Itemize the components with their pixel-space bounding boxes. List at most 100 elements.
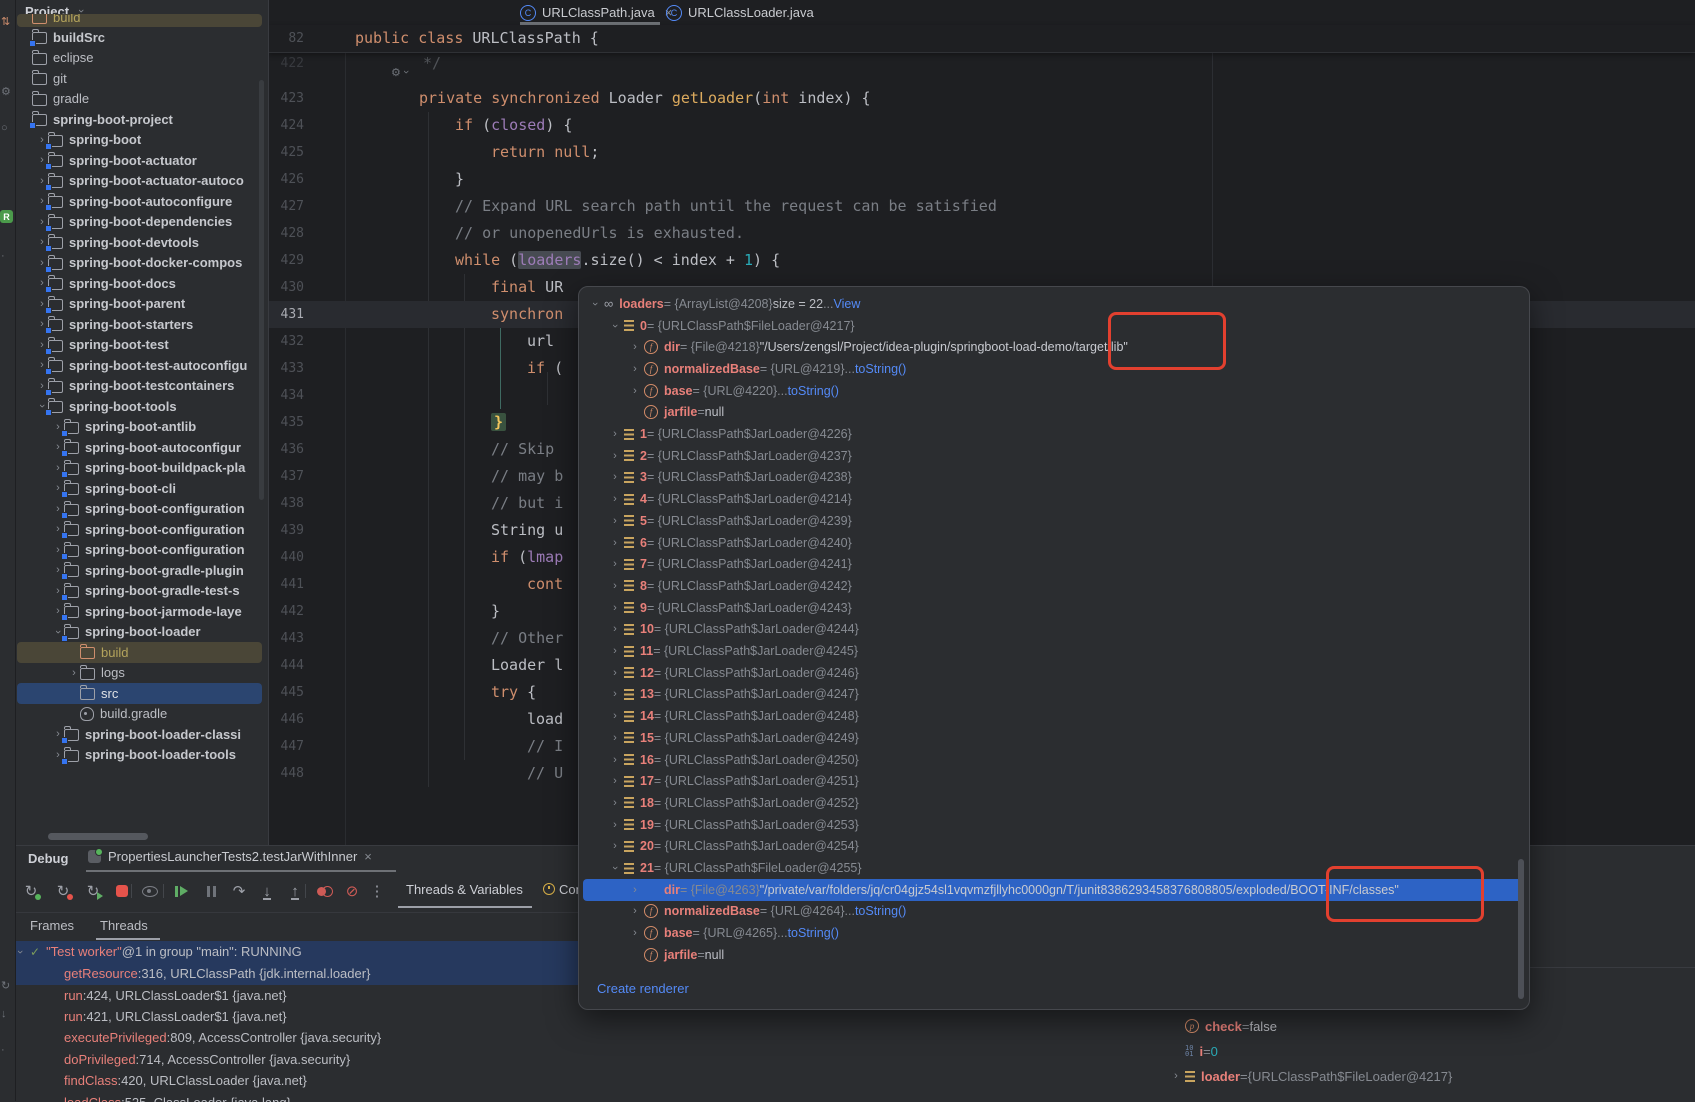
popup-row-dir[interactable]: ›fdir = {File@4218} "/Users/zengsl/Proje… <box>579 336 1529 358</box>
popup-row-3[interactable]: ›3 = {URLClassPath$JarLoader@4238} <box>579 467 1529 489</box>
editor-tab-urlclassloader-java[interactable]: CURLClassLoader.java <box>666 0 814 25</box>
sidebar-item-spring-boot-autoconfigur[interactable]: ›spring-boot-autoconfigur <box>15 437 268 458</box>
popup-row-4[interactable]: ›4 = {URLClassPath$JarLoader@4214} <box>579 488 1529 510</box>
sidebar-item-spring-boot-configuration[interactable]: ›spring-boot-configuration <box>15 519 268 540</box>
sidebar-item-spring-boot-docker-compos[interactable]: ›spring-boot-docker-compos <box>15 253 268 274</box>
popup-row-6[interactable]: ›6 = {URLClassPath$JarLoader@4240} <box>579 532 1529 554</box>
chevron-down-icon[interactable]: › <box>589 298 601 310</box>
chevron-down-icon[interactable]: › <box>609 320 621 332</box>
popup-row-jarfile[interactable]: fjarfile = null <box>579 402 1529 424</box>
chevron-right-icon[interactable]: › <box>609 732 621 744</box>
popup-row-10[interactable]: ›10 = {URLClassPath$JarLoader@4244} <box>579 619 1529 641</box>
rerun-button[interactable]: ↻ <box>22 882 40 900</box>
code-line-429[interactable]: 429while (loaders.size() < index + 1) { <box>268 247 1695 274</box>
chevron-down-icon[interactable]: › <box>400 70 412 74</box>
sidebar-item-git[interactable]: git <box>15 68 268 89</box>
stack-frame-row[interactable]: run:421, URLClassLoader$1 {java.net} <box>0 1006 578 1028</box>
sidebar-item-src[interactable]: ›src <box>15 683 268 704</box>
more-rail-icon[interactable]: · <box>1 1044 5 1056</box>
popup-row-jarfile[interactable]: fjarfile = null <box>579 944 1529 966</box>
code-line-428[interactable]: 428// or unopenedUrls is exhausted. <box>268 220 1695 247</box>
code-line-425[interactable]: 425return null; <box>268 139 1695 166</box>
chevron-right-icon[interactable]: › <box>609 754 621 766</box>
tree-horizontal-scrollbar[interactable] <box>48 833 148 840</box>
sidebar-item-spring-boot-test-autoconfigu[interactable]: ›spring-boot-test-autoconfigu <box>15 355 268 376</box>
code-line-424[interactable]: 424if (closed) { <box>268 112 1695 139</box>
chevron-right-icon[interactable]: › <box>609 775 621 787</box>
stack-frame-row[interactable]: run:424, URLClassLoader$1 {java.net} <box>0 984 578 1006</box>
sidebar-item-build[interactable]: build <box>15 14 268 27</box>
sidebar-item-spring-boot-devtools[interactable]: ›spring-boot-devtools <box>15 232 268 253</box>
popup-row-19[interactable]: ›19 = {URLClassPath$JarLoader@4253} <box>579 814 1529 836</box>
sidebar-item-spring-boot-loader-classi[interactable]: ›spring-boot-loader-classi <box>15 724 268 745</box>
pause-button[interactable] <box>202 882 220 900</box>
sidebar-item-spring-boot-loader[interactable]: ›spring-boot-loader <box>15 622 268 643</box>
tab-frames[interactable]: Frames <box>30 918 74 933</box>
chevron-right-icon[interactable]: › <box>609 819 621 831</box>
mute-breakpoints-button[interactable] <box>316 882 334 900</box>
chevron-right-icon[interactable]: › <box>609 688 621 700</box>
sidebar-item-spring-boot-configuration[interactable]: ›spring-boot-configuration <box>15 499 268 520</box>
variable-row-i[interactable]: 1001i = 0 <box>1170 1040 1218 1062</box>
chevron-right-icon[interactable]: › <box>609 493 621 505</box>
resume-button[interactable] <box>172 882 190 900</box>
popup-row-15[interactable]: ›15 = {URLClassPath$JarLoader@4249} <box>579 727 1529 749</box>
chevron-right-icon[interactable]: › <box>609 450 621 462</box>
disable-breakpoint-button[interactable]: ⊘ <box>343 882 361 900</box>
popup-row-0[interactable]: ›0 = {URLClassPath$FileLoader@4217} <box>579 315 1529 337</box>
gear-icon[interactable]: ⚙ <box>1 86 11 98</box>
popup-action-link[interactable]: toString() <box>788 384 839 398</box>
sidebar-item-spring-boot-actuator-autoco[interactable]: ›spring-boot-actuator-autoco <box>15 171 268 192</box>
more-button[interactable]: ⋮ <box>368 882 386 900</box>
sidebar-item-spring-boot-docs[interactable]: ›spring-boot-docs <box>15 273 268 294</box>
step-rerun-button[interactable]: ↻ <box>84 882 102 900</box>
chevron-right-icon[interactable]: › <box>609 471 621 483</box>
rerun-rail-icon[interactable]: ↻ <box>1 980 10 992</box>
code-line-82[interactable]: 82public class URLClassPath { <box>268 25 1695 52</box>
chevron-right-icon[interactable]: › <box>609 580 621 592</box>
variable-row-loader[interactable]: ›loader = {URLClassPath$FileLoader@4217} <box>1170 1065 1452 1087</box>
run-badge-icon[interactable]: R <box>0 210 13 223</box>
popup-action-link[interactable]: toString() <box>788 926 839 940</box>
stop-button[interactable] <box>113 882 131 900</box>
sidebar-item-spring-boot-starters[interactable]: ›spring-boot-starters <box>15 314 268 335</box>
popup-row-18[interactable]: ›18 = {URLClassPath$JarLoader@4252} <box>579 792 1529 814</box>
stack-frame-row[interactable]: findClass:420, URLClassLoader {java.net} <box>0 1070 578 1092</box>
view-tab-threads-variables[interactable]: Threads & Variables <box>406 882 523 897</box>
sidebar-item-spring-boot-antlib[interactable]: ›spring-boot-antlib <box>15 417 268 438</box>
sidebar-item-spring-boot-buildpack-pla[interactable]: ›spring-boot-buildpack-pla <box>15 458 268 479</box>
thread-row[interactable]: ›✓"Test worker"@1 in group "main": RUNNI… <box>0 941 578 963</box>
chevron-right-icon[interactable]: › <box>609 645 621 657</box>
popup-row-5[interactable]: ›5 = {URLClassPath$JarLoader@4239} <box>579 510 1529 532</box>
sidebar-item-spring-boot-parent[interactable]: ›spring-boot-parent <box>15 294 268 315</box>
popup-row-2[interactable]: ›2 = {URLClassPath$JarLoader@4237} <box>579 445 1529 467</box>
chevron-down-icon[interactable]: › <box>609 862 621 874</box>
chevron-right-icon[interactable]: › <box>609 537 621 549</box>
popup-row-16[interactable]: ›16 = {URLClassPath$JarLoader@4250} <box>579 749 1529 771</box>
popup-row-12[interactable]: ›12 = {URLClassPath$JarLoader@4246} <box>579 662 1529 684</box>
create-renderer-link[interactable]: Create renderer <box>597 981 689 996</box>
sidebar-item-spring-boot-loader-tools[interactable]: ›spring-boot-loader-tools <box>15 745 268 766</box>
chevron-right-icon[interactable]: › <box>609 602 621 614</box>
code-line-423[interactable]: 423private synchronized Loader getLoader… <box>268 85 1695 112</box>
step-over-button[interactable]: ↷ <box>230 882 248 900</box>
sidebar-item-buildsrc[interactable]: buildSrc <box>15 27 268 48</box>
chevron-right-icon[interactable]: › <box>609 840 621 852</box>
sidebar-item-spring-boot-test[interactable]: ›spring-boot-test <box>15 335 268 356</box>
rerun-failed-button[interactable]: ↻ <box>54 882 72 900</box>
stack-frame-row[interactable]: doPrivileged:714, AccessController {java… <box>0 1049 578 1071</box>
step-rail-icon[interactable]: ↓ <box>1 1008 7 1020</box>
chevron-right-icon[interactable]: › <box>629 905 641 917</box>
chevron-right-icon[interactable]: › <box>629 927 641 939</box>
sidebar-item-eclipse[interactable]: eclipse <box>15 48 268 69</box>
sidebar-item-spring-boot-autoconfigure[interactable]: ›spring-boot-autoconfigure <box>15 191 268 212</box>
chevron-right-icon[interactable]: › <box>68 667 80 679</box>
step-out-button[interactable]: ↑ <box>286 882 304 900</box>
popup-row-1[interactable]: ›1 = {URLClassPath$JarLoader@4226} <box>579 423 1529 445</box>
sidebar-item-spring-boot-gradle-test-s[interactable]: ›spring-boot-gradle-test-s <box>15 581 268 602</box>
chevron-right-icon[interactable]: › <box>609 428 621 440</box>
popup-row-8[interactable]: ›8 = {URLClassPath$JarLoader@4242} <box>579 575 1529 597</box>
popup-action-link[interactable]: toString() <box>855 904 906 918</box>
popup-row-20[interactable]: ›20 = {URLClassPath$JarLoader@4254} <box>579 836 1529 858</box>
sidebar-item-spring-boot-jarmode-laye[interactable]: ›spring-boot-jarmode-laye <box>15 601 268 622</box>
